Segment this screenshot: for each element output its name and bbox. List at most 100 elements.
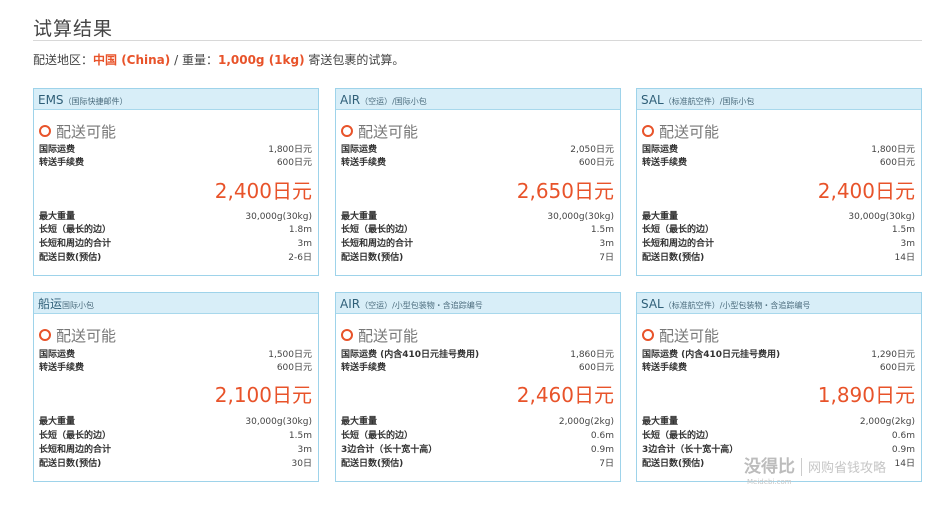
spec-value: 2,000g(2kg) [859, 417, 915, 427]
spec-value: 2,000g(2kg) [558, 417, 614, 427]
spec-value: 1.5m [891, 225, 915, 235]
spec-value: 1.5m [288, 431, 312, 441]
spec-row: 长短和周边的合计 3m [341, 238, 614, 251]
spec-value: 2-6日 [288, 253, 312, 263]
fee-value: 600日元 [879, 158, 915, 168]
availability-label: 配送可能 [358, 327, 419, 345]
spec-value: 7日 [599, 459, 614, 469]
spec-value: 3m [900, 239, 916, 249]
spec-label: 长短（最长的边） [341, 431, 414, 441]
region-value: 中国 (China) [93, 53, 171, 67]
fee-label: 国际运费 [341, 145, 378, 155]
availability-status: 配送可能 [642, 325, 719, 346]
spec-row: 最大重量 30,000g(30kg) [39, 211, 312, 224]
fee-value: 1,860日元 [570, 350, 614, 360]
spec-value: 3m [297, 239, 313, 249]
spec-label: 最大重量 [39, 212, 76, 222]
fee-row: 国际运费 (内含410日元挂号费用) 1,290日元 [642, 349, 915, 362]
spec-label: 配送日数(预估) [39, 459, 102, 469]
watermark-divider [801, 458, 802, 476]
fee-label: 国际运费 [642, 145, 679, 155]
availability-label: 配送可能 [659, 123, 720, 141]
card-method-sub: （空运）/国际小包 [360, 97, 427, 106]
spec-label: 长短和周边的合计 [39, 239, 112, 249]
fee-value: 1,500日元 [268, 350, 312, 360]
spec-value: 30,000g(30kg) [848, 212, 915, 222]
fee-value: 600日元 [578, 158, 614, 168]
card-header: 船运国际小包 [34, 293, 318, 314]
watermark-brand: 没得比 [744, 457, 795, 477]
fee-label: 转送手续费 [642, 158, 688, 168]
fee-label: 国际运费 (内含410日元挂号费用) [642, 350, 781, 360]
spec-label: 配送日数(预估) [341, 253, 404, 263]
spec-row: 最大重量 30,000g(30kg) [39, 416, 312, 429]
fee-row: 转送手续费 600日元 [341, 157, 614, 170]
shipping-card-air: AIR（空运）/国际小包 配送可能 国际运费 2,050日元 转送手续费 600日元… [335, 88, 621, 276]
spec-label: 最大重量 [341, 212, 378, 222]
fee-label: 转送手续费 [39, 158, 85, 168]
availability-status: 配送可能 [39, 325, 116, 346]
fee-row: 转送手续费 600日元 [642, 157, 915, 170]
spec-label: 最大重量 [642, 212, 679, 222]
spec-row: 长短（最长的边） 0.6m [341, 430, 614, 443]
shipping-card-sal: SAL（标准航空件）/国际小包 配送可能 国际运费 1,800日元 转送手续费 60… [636, 88, 922, 276]
card-header: EMS（国际快捷邮件） [34, 89, 318, 110]
card-header: SAL（标准航空件）/国际小包 [637, 89, 921, 110]
fee-value: 1,800日元 [871, 145, 915, 155]
spec-row: 3边合计（长十宽十高） 0.9m [341, 444, 614, 457]
fee-value: 600日元 [276, 363, 312, 373]
spec-row: 长短（最长的边） 1.5m [642, 224, 915, 237]
spec-row: 最大重量 30,000g(30kg) [341, 211, 614, 224]
spec-value: 30日 [291, 459, 312, 469]
spec-value: 30,000g(30kg) [245, 417, 312, 427]
fee-label: 国际运费 [39, 350, 76, 360]
spec-label: 长短（最长的边） [341, 225, 414, 235]
spec-value: 30,000g(30kg) [245, 212, 312, 222]
spec-row: 长短（最长的边） 1.5m [39, 430, 312, 443]
spec-label: 长短（最长的边） [39, 225, 112, 235]
fee-value: 1,290日元 [871, 350, 915, 360]
fee-row: 转送手续费 600日元 [642, 362, 915, 375]
spec-label: 配送日数(预估) [642, 253, 705, 263]
spec-value: 0.9m [891, 445, 915, 455]
card-method-name: 船运 [38, 297, 63, 311]
available-circle-icon [39, 328, 51, 341]
watermark: 没得比 网购省钱攻略 [744, 452, 886, 477]
region-label: 配送地区： [33, 53, 94, 67]
spec-label: 长短和周边的合计 [39, 445, 112, 455]
spec-row: 长短（最长的边） 0.6m [642, 430, 915, 443]
card-method-sub: （国际快捷邮件） [63, 97, 128, 106]
availability-status: 配送可能 [341, 121, 418, 142]
shipping-card-air-small: AIR（空运）/小型包装物・含追踪编号 配送可能 国际运费 (内含410日元挂号… [335, 292, 621, 482]
total-price: 2,460日元 [516, 383, 614, 407]
weight-value: 1,000g (1kg) [217, 53, 305, 67]
spec-label: 配送日数(预估) [39, 253, 102, 263]
spec-row: 最大重量 30,000g(30kg) [642, 211, 915, 224]
spec-label: 长短（最长的边） [39, 431, 112, 441]
watermark-slogan: 网购省钱攻略 [808, 461, 887, 476]
spec-row: 配送日数(预估) 30日 [39, 458, 312, 471]
spec-row: 长短和周边的合计 3m [39, 238, 312, 251]
spec-value: 3m [297, 445, 313, 455]
available-circle-icon [341, 328, 353, 341]
card-method-sub: （标准航空件）/国际小包 [663, 97, 755, 106]
fee-label: 转送手续费 [642, 363, 688, 373]
fee-value: 2,050日元 [570, 145, 614, 155]
card-header: AIR（空运）/小型包装物・含追踪编号 [336, 293, 620, 314]
spec-label: 配送日数(预估) [341, 459, 404, 469]
card-method-sub: （空运）/小型包装物・含追踪编号 [360, 301, 483, 310]
spec-row: 配送日数(预估) 14日 [642, 252, 915, 265]
spec-value: 7日 [599, 253, 614, 263]
spec-value: 30,000g(30kg) [547, 212, 614, 222]
fee-value: 600日元 [578, 363, 614, 373]
fee-row: 国际运费 2,050日元 [341, 144, 614, 157]
card-method-name: SAL [641, 93, 664, 107]
availability-label: 配送可能 [659, 327, 720, 345]
shipping-card-ems: EMS（国际快捷邮件） 配送可能 国际运费 1,800日元 转送手续费 600日元 … [33, 88, 319, 276]
card-method-name: AIR [340, 93, 361, 107]
fee-value: 600日元 [276, 158, 312, 168]
spec-value: 14日 [894, 459, 915, 469]
card-method-sub: 国际小包 [62, 301, 95, 310]
title-divider [33, 40, 922, 41]
card-method-name: AIR [340, 297, 361, 311]
